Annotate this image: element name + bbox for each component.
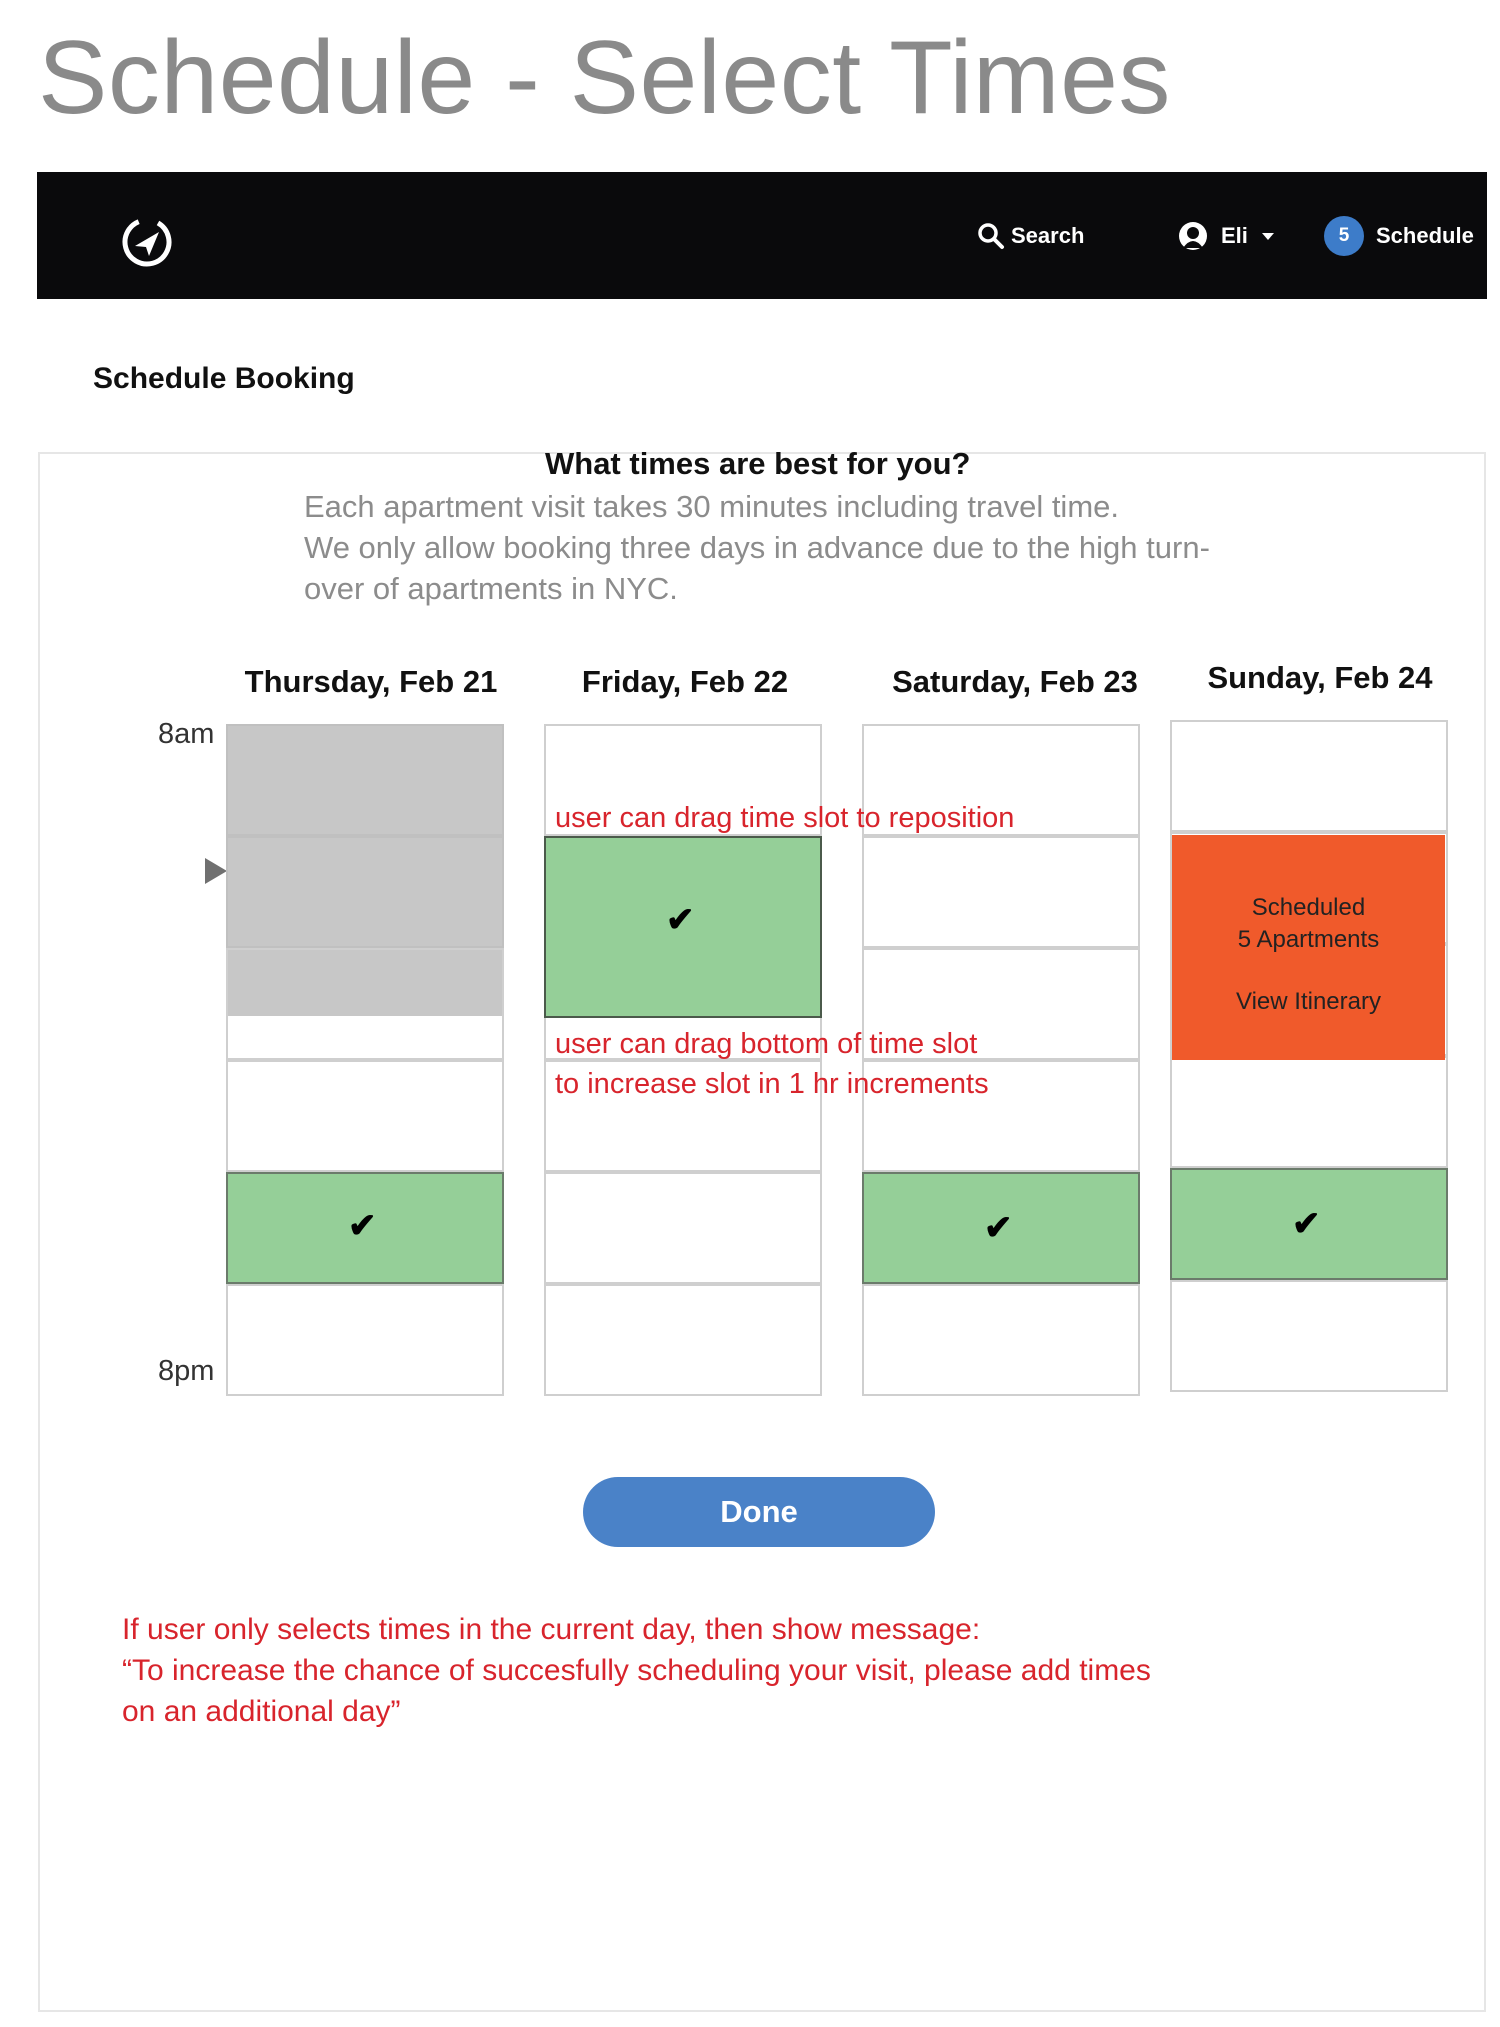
time-slot[interactable] [226, 1284, 504, 1396]
view-itinerary-link[interactable]: View Itinerary [1172, 986, 1445, 1018]
day-header-sunday: Sunday, Feb 24 [1207, 660, 1433, 695]
schedule-label: Schedule [1376, 223, 1474, 248]
checkmark-icon: ✔ [1292, 1205, 1321, 1243]
time-label-end: 8pm [158, 1355, 215, 1387]
scheduled-count: 5 Apartments [1237, 926, 1380, 953]
note-line: on an additional day” [122, 1695, 401, 1728]
scheduled-label: Scheduled [1251, 894, 1366, 921]
question-heading: What times are best for you? [545, 446, 971, 481]
day-header-saturday: Saturday, Feb 23 [892, 664, 1138, 699]
scheduled-block[interactable]: Scheduled 5 Apartments View Itinerary [1172, 835, 1445, 1060]
info-line: Each apartment visit takes 30 minutes in… [304, 489, 1119, 524]
done-button[interactable]: Done [583, 1477, 935, 1547]
time-slot[interactable] [862, 1284, 1140, 1396]
info-text: Each apartment visit takes 30 minutes in… [304, 486, 1314, 609]
time-slot-unavailable [226, 724, 504, 836]
time-slot-selected[interactable]: ✔ [1170, 1168, 1448, 1280]
section-heading: Schedule Booking [93, 362, 355, 395]
annotation-line: to increase slot in 1 hr increments [555, 1068, 989, 1100]
time-slot[interactable] [544, 1172, 822, 1284]
avatar-icon [1179, 222, 1207, 250]
search-icon [978, 223, 1004, 249]
annotation-drag-reposition: user can drag time slot to reposition [555, 802, 1015, 834]
nav-schedule[interactable]: 5 Schedule [1324, 216, 1474, 256]
info-line: We only allow booking three days in adva… [304, 530, 1210, 565]
time-label-start: 8am [158, 718, 215, 750]
note-line: If user only selects times in the curren… [122, 1613, 981, 1646]
time-slot[interactable] [1170, 1280, 1448, 1392]
checkmark-icon: ✔ [348, 1207, 377, 1245]
note-line: “To increase the chance of succesfully s… [122, 1654, 1151, 1687]
top-navbar: Search Eli 5 Schedule [37, 172, 1487, 299]
time-slot[interactable] [1170, 720, 1448, 832]
day-header-friday: Friday, Feb 22 [581, 664, 789, 699]
checkmark-icon: ✔ [666, 901, 695, 939]
time-slot[interactable] [544, 1284, 822, 1396]
time-slot[interactable] [226, 1060, 504, 1172]
time-slot-selected[interactable]: ✔ [862, 1172, 1140, 1284]
user-menu[interactable]: Eli [1177, 216, 1276, 256]
chevron-down-icon [1261, 233, 1274, 240]
time-slot[interactable] [862, 836, 1140, 948]
time-slot-unavailable [226, 836, 504, 948]
annotation-line: user can drag bottom of time slot [555, 1028, 978, 1060]
page-title: Schedule - Select Times [38, 20, 1171, 136]
checkmark-icon: ✔ [984, 1209, 1013, 1247]
day-header-thursday: Thursday, Feb 21 [244, 664, 498, 699]
info-line: over of apartments in NYC. [304, 571, 678, 606]
logo-icon[interactable] [119, 214, 175, 270]
nav-search[interactable]: Search [977, 216, 1084, 256]
annotation-drag-bottom: user can drag bottom of time slot to inc… [555, 1024, 989, 1104]
unavailable-partial [228, 950, 502, 1016]
current-time-marker-icon [205, 858, 227, 884]
schedule-count-badge: 5 [1324, 216, 1364, 256]
time-slot-selected-draggable[interactable]: ✔ [544, 836, 822, 1018]
time-slot[interactable] [1170, 1056, 1448, 1168]
validation-message-note: If user only selects times in the curren… [122, 1609, 1262, 1732]
search-label: Search [1011, 223, 1085, 248]
time-slot-selected[interactable]: ✔ [226, 1172, 504, 1284]
user-name: Eli [1221, 223, 1248, 248]
